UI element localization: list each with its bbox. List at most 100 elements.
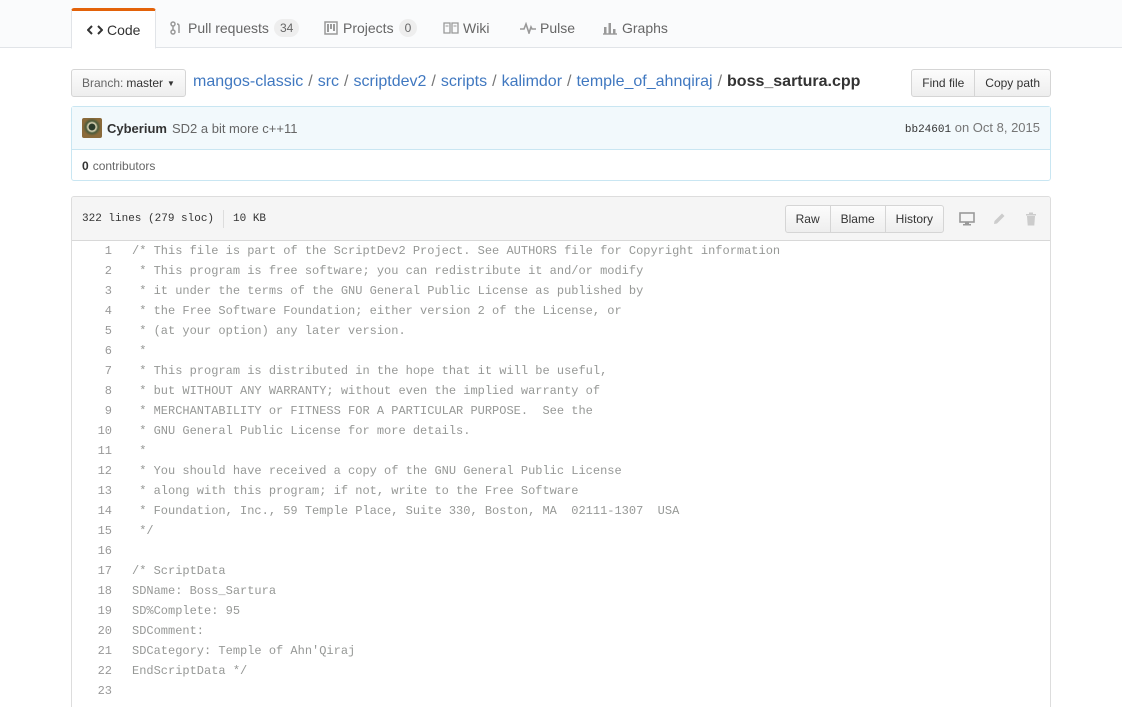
line-number[interactable]: 6	[72, 344, 112, 358]
code-line: 6 *	[72, 341, 1050, 361]
line-number[interactable]: 3	[72, 284, 112, 298]
line-number[interactable]: 23	[72, 684, 112, 698]
copy-path-button[interactable]: Copy path	[974, 69, 1051, 97]
file-viewer: 322 lines (279 sloc) 10 KB Raw Blame His…	[71, 196, 1051, 707]
line-number[interactable]: 8	[72, 384, 112, 398]
code-line: 3 * it under the terms of the GNU Genera…	[72, 281, 1050, 301]
tab-label: Graphs	[622, 20, 668, 36]
line-content: *	[132, 444, 147, 458]
file-navigation-buttons: Find file Copy path	[911, 69, 1051, 97]
line-content: EndScriptData */	[132, 664, 248, 678]
line-number[interactable]: 12	[72, 464, 112, 478]
breadcrumb-separator: /	[717, 73, 723, 90]
breadcrumb-temple-link[interactable]: temple_of_ahnqiraj	[576, 73, 712, 90]
project-count: 0	[398, 19, 418, 37]
file-view-buttons: Raw Blame History	[784, 205, 944, 233]
breadcrumb-separator: /	[344, 73, 349, 90]
line-number[interactable]: 4	[72, 304, 112, 318]
line-content: SD%Complete: 95	[132, 604, 241, 618]
tab-code[interactable]: Code	[71, 8, 157, 49]
breadcrumb-scripts-link[interactable]: scripts	[441, 73, 487, 90]
commit-sha[interactable]: bb24601	[905, 124, 951, 136]
line-number[interactable]: 1	[72, 244, 112, 258]
trash-icon[interactable]	[1022, 210, 1040, 228]
line-content: * it under the terms of the GNU General …	[132, 284, 644, 298]
code-line: 4 * the Free Software Foundation; either…	[72, 301, 1050, 321]
line-number[interactable]: 15	[72, 524, 112, 538]
history-button[interactable]: History	[884, 205, 944, 233]
line-number[interactable]: 9	[72, 404, 112, 418]
breadcrumb-repo-link[interactable]: mangos-classic	[193, 73, 303, 90]
line-number[interactable]: 20	[72, 624, 112, 638]
code-line: 21 SDCategory: Temple of Ahn'Qiraj	[72, 641, 1050, 661]
project-icon	[323, 21, 339, 35]
line-number[interactable]: 18	[72, 584, 112, 598]
line-number[interactable]: 17	[72, 564, 112, 578]
line-content: SDCategory: Temple of Ahn'Qiraj	[132, 644, 356, 658]
file-size: 10 KB	[233, 212, 267, 225]
branch-label: Branch:	[82, 76, 124, 90]
commit-info: Cyberium SD2 a bit more c++11 bb24601 on…	[72, 107, 1050, 150]
book-icon	[443, 22, 459, 34]
line-number[interactable]: 21	[72, 644, 112, 658]
commit-date: on Oct 8, 2015	[954, 120, 1040, 135]
blame-button[interactable]: Blame	[829, 205, 886, 233]
breadcrumb-separator: /	[431, 73, 436, 90]
repo-nav: Code Pull requests 34 Projects 0 Wiki Pu…	[0, 0, 1122, 49]
tab-wiki[interactable]: Wiki	[428, 8, 504, 48]
line-content: *	[132, 344, 147, 358]
code-line: 22 EndScriptData */	[72, 661, 1050, 681]
line-number[interactable]: 22	[72, 664, 112, 678]
line-number[interactable]: 11	[72, 444, 112, 458]
contributors-summary[interactable]: 0 contributors	[72, 150, 1050, 181]
branch-value: master	[126, 76, 164, 90]
code-line: 1 /* This file is part of the ScriptDev2 …	[72, 241, 1050, 261]
raw-button[interactable]: Raw	[784, 205, 831, 233]
line-number[interactable]: 19	[72, 604, 112, 618]
pencil-icon[interactable]	[990, 210, 1008, 228]
line-content: SDName: Boss_Sartura	[132, 584, 277, 598]
line-number[interactable]: 5	[72, 324, 112, 338]
line-content: * GNU General Public License for more de…	[132, 424, 471, 438]
line-number[interactable]: 14	[72, 504, 112, 518]
file-actions: Raw Blame History	[784, 205, 1040, 233]
code-line: 20 SDComment:	[72, 621, 1050, 641]
line-number[interactable]: 10	[72, 424, 112, 438]
line-number[interactable]: 7	[72, 364, 112, 378]
line-content: SDComment:	[132, 624, 205, 638]
tab-pull-requests[interactable]: Pull requests 34	[153, 8, 314, 48]
code-line: 11 *	[72, 441, 1050, 461]
caret-down-icon: ▼	[167, 78, 175, 88]
code-line: 2 * This program is free software; you c…	[72, 261, 1050, 281]
line-content: /* This file is part of the ScriptDev2 P…	[132, 244, 781, 258]
breadcrumb-src-link[interactable]: src	[318, 73, 339, 90]
desktop-icon[interactable]	[958, 210, 976, 228]
code-line: 19 SD%Complete: 95	[72, 601, 1050, 621]
code-line: 8 * but WITHOUT ANY WARRANTY; without ev…	[72, 381, 1050, 401]
breadcrumb: mangos-classic / src / scriptdev2/scripts / ka…	[193, 72, 860, 92]
line-content: * along with this program; if not, write…	[132, 484, 579, 498]
tab-label: Wiki	[463, 20, 490, 36]
breadcrumb-scriptdev2-link[interactable]: scriptdev2	[354, 73, 427, 90]
breadcrumb-separator: /	[492, 73, 497, 90]
find-file-button[interactable]: Find file	[911, 69, 976, 97]
commit-author[interactable]: Cyberium	[107, 121, 167, 136]
line-content: * This program is free software; you can…	[132, 264, 644, 278]
line-number[interactable]: 2	[72, 264, 112, 278]
avatar[interactable]	[82, 118, 102, 138]
breadcrumb-separator: /	[567, 73, 572, 90]
commit-message[interactable]: SD2 a bit more c++11	[172, 121, 298, 136]
tab-graphs[interactable]: Graphs	[587, 8, 683, 48]
pulse-icon	[520, 22, 536, 34]
line-number[interactable]: 13	[72, 484, 112, 498]
branch-select-button[interactable]: Branch: master ▼	[71, 69, 186, 97]
code-line: 10 * GNU General Public License for more…	[72, 421, 1050, 441]
line-content: * Foundation, Inc., 59 Temple Place, Sui…	[132, 504, 680, 518]
line-number[interactable]: 16	[72, 544, 112, 558]
breadcrumb-separator: /	[308, 73, 313, 90]
code-icon	[87, 24, 103, 36]
tab-pulse[interactable]: Pulse	[505, 8, 590, 48]
line-count: 322 lines (279 sloc)	[82, 212, 215, 225]
tab-projects[interactable]: Projects 0	[308, 8, 432, 48]
breadcrumb-kalimdor-link[interactable]: kalimdor	[502, 73, 562, 90]
